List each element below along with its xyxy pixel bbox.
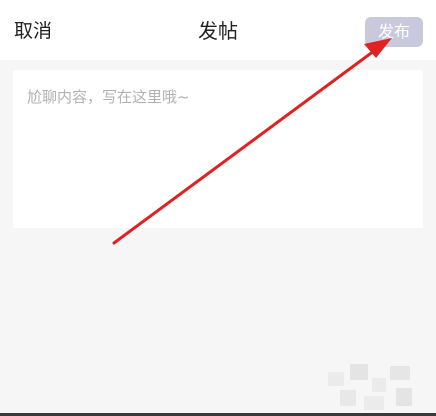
annotation-arrow <box>112 38 392 245</box>
